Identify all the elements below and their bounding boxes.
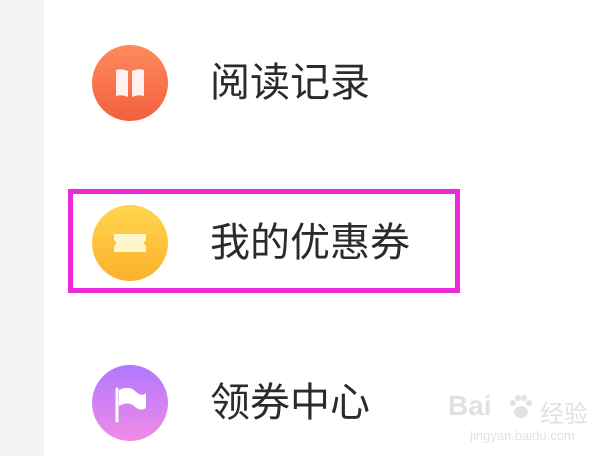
watermark-brand: Bai [448, 390, 492, 421]
menu-item-label: 领券中心 [210, 380, 370, 426]
left-edge-strip [0, 0, 44, 456]
book-icon [92, 45, 168, 121]
menu-item-my-coupons[interactable]: 我的优惠券 [44, 188, 612, 298]
menu-item-label: 阅读记录 [210, 60, 370, 106]
watermark-suffix: 经验 [540, 400, 588, 428]
flag-icon [92, 365, 168, 441]
coupon-ticket-icon [92, 205, 168, 281]
paw-icon [510, 395, 532, 418]
watermark: Bai 经验 jingyan.baidu.com [448, 390, 598, 450]
menu-item-reading-history[interactable]: 阅读记录 [44, 28, 612, 138]
watermark-url: jingyan.baidu.com [470, 428, 575, 443]
menu-item-label: 我的优惠券 [210, 220, 410, 266]
